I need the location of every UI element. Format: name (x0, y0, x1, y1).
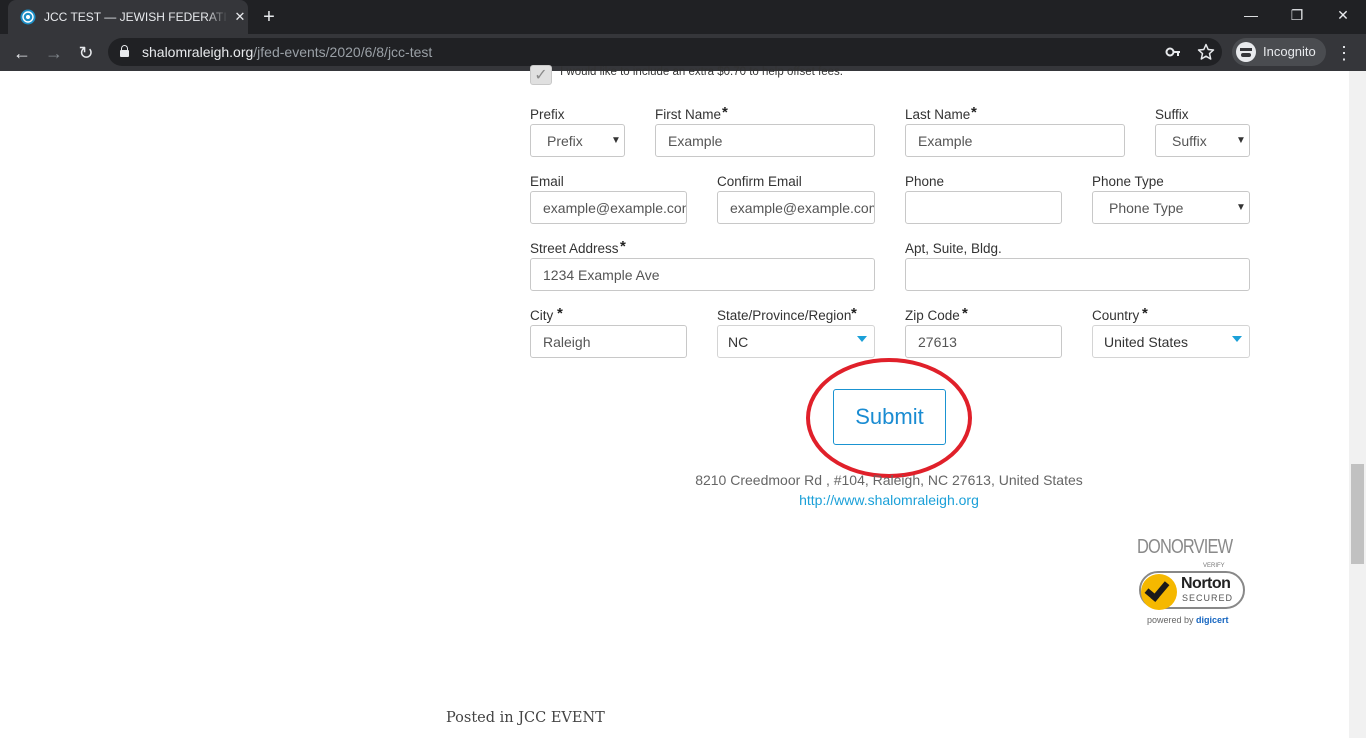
close-window-button[interactable]: ✕ (1320, 0, 1366, 30)
required-marker: * (722, 104, 728, 121)
chevron-down-icon: ▼ (611, 135, 621, 146)
suffix-select[interactable]: Suffix ▼ (1155, 124, 1250, 157)
browser-titlebar: JCC TEST — JEWISH FEDERATION OF RALEIGH-… (0, 0, 1366, 34)
country-select[interactable]: United States (1092, 325, 1250, 358)
key-icon[interactable] (1164, 43, 1182, 61)
zip-code-label: Zip Code (905, 308, 960, 323)
checkmark-icon (1144, 576, 1170, 602)
email-placeholder: example@example.com (543, 200, 687, 216)
red-highlight-circle (806, 358, 972, 478)
confirm-email-input[interactable]: example@example.com (717, 191, 875, 224)
prefix-select[interactable]: Prefix ▼ (530, 124, 625, 157)
tab-title-fade (206, 6, 228, 28)
norton-secured-text: SECURED (1182, 593, 1234, 603)
last-name-placeholder: Example (918, 133, 973, 149)
incognito-profile-button[interactable]: Incognito (1232, 38, 1326, 66)
norton-verify-text: VERIFY (1203, 563, 1225, 569)
chevron-down-icon (1232, 336, 1242, 342)
powered-by-text: powered by (1147, 615, 1194, 625)
norton-powered-by: powered by digicert (1147, 615, 1229, 625)
back-button[interactable]: ← (9, 40, 35, 66)
country-value: United States (1104, 334, 1189, 350)
required-marker: * (962, 305, 968, 322)
norton-badge-pill: Norton SECURED (1139, 571, 1245, 610)
required-marker: * (971, 104, 977, 121)
minimize-button[interactable]: — (1228, 0, 1274, 30)
new-tab-button[interactable]: + (258, 6, 280, 28)
donorview-logo: DONORVIEW (1137, 536, 1233, 558)
tab-close-icon[interactable]: ✕ (232, 9, 248, 25)
first-name-label: First Name (655, 107, 722, 122)
digicert-text: digicert (1196, 615, 1229, 625)
last-name-label: Last Name (905, 107, 971, 122)
browser-menu-button[interactable]: ⋮ (1334, 40, 1354, 66)
lock-icon (120, 45, 129, 57)
apt-label: Apt, Suite, Bldg. (905, 241, 1002, 256)
star-icon[interactable] (1197, 43, 1215, 61)
posted-in-line: Posted in JCC EVENT (446, 710, 605, 726)
required-marker: * (1142, 305, 1148, 322)
zip-code-value: 27613 (918, 334, 957, 350)
incognito-icon (1236, 42, 1256, 62)
scrollbar-thumb[interactable] (1351, 464, 1364, 564)
required-marker: * (851, 305, 857, 322)
offset-fees-label: I would like to include an extra $0.70 t… (560, 66, 843, 78)
phone-type-select[interactable]: Phone Type ▼ (1092, 191, 1250, 224)
restore-button[interactable]: ❐ (1274, 0, 1320, 30)
zip-code-input[interactable]: 27613 (905, 325, 1062, 358)
forward-button[interactable]: → (41, 40, 67, 66)
profile-label: Incognito (1263, 44, 1316, 59)
norton-check-icon (1141, 574, 1177, 610)
confirm-email-placeholder: example@example.com (730, 200, 875, 216)
email-label: Email (530, 174, 564, 189)
phone-label: Phone (905, 174, 945, 189)
norton-secured-badge[interactable]: VERIFY Norton SECURED powered by digicer… (1137, 563, 1249, 629)
phone-input[interactable] (905, 191, 1062, 224)
street-address-input[interactable]: 1234 Example Ave (530, 258, 875, 291)
chevron-down-icon (857, 336, 867, 342)
url-host: shalomraleigh.org (142, 44, 254, 60)
street-address-label: Street Address (530, 241, 619, 256)
offset-fees-checkbox[interactable]: ✓ (530, 65, 552, 85)
city-input[interactable]: Raleigh (530, 325, 687, 358)
suffix-label: Suffix (1155, 107, 1189, 122)
phone-type-label: Phone Type (1092, 174, 1164, 189)
browser-tab[interactable]: JCC TEST — JEWISH FEDERATION OF RALEIGH-… (8, 0, 248, 34)
url-path: /jfed-events/2020/6/8/jcc-test (253, 44, 433, 60)
prefix-value: Prefix (547, 133, 583, 149)
first-name-placeholder: Example (668, 133, 723, 149)
state-value: NC (728, 334, 749, 350)
phone-type-value: Phone Type (1109, 200, 1184, 216)
page-scrollbar[interactable] (1349, 71, 1366, 738)
site-favicon-icon (20, 9, 36, 25)
norton-name: Norton (1181, 575, 1231, 592)
tab-title: JCC TEST — JEWISH FEDERATION OF RALEIGH-… (44, 10, 226, 24)
country-label: Country (1092, 308, 1140, 323)
chevron-down-icon: ▼ (1236, 135, 1246, 146)
last-name-input[interactable]: Example (905, 124, 1125, 157)
confirm-email-label: Confirm Email (717, 174, 802, 189)
prefix-label: Prefix (530, 107, 565, 122)
url-text[interactable]: shalomraleigh.org/jfed-events/2020/6/8/j… (142, 44, 432, 60)
address-bar[interactable]: shalomraleigh.org/jfed-events/2020/6/8/j… (108, 38, 1222, 66)
chevron-down-icon: ▼ (1236, 202, 1246, 213)
organization-address: 8210 Creedmoor Rd , #104, Raleigh, NC 27… (695, 472, 1083, 488)
category-link[interactable]: JCC EVENT (518, 710, 605, 726)
suffix-value: Suffix (1172, 133, 1207, 149)
website-link[interactable]: http://www.shalomraleigh.org (600, 492, 1178, 508)
posted-in-prefix: Posted in (446, 710, 514, 726)
apt-input[interactable] (905, 258, 1250, 291)
city-label: City (530, 308, 554, 323)
state-label: State/Province/Region (717, 308, 852, 323)
email-input[interactable]: example@example.com (530, 191, 687, 224)
state-select[interactable]: NC (717, 325, 875, 358)
required-marker: * (557, 305, 563, 322)
reload-button[interactable]: ↻ (73, 40, 99, 66)
street-address-placeholder: 1234 Example Ave (543, 267, 660, 283)
required-marker: * (620, 238, 626, 255)
city-value: Raleigh (543, 334, 591, 350)
first-name-input[interactable]: Example (655, 124, 875, 157)
